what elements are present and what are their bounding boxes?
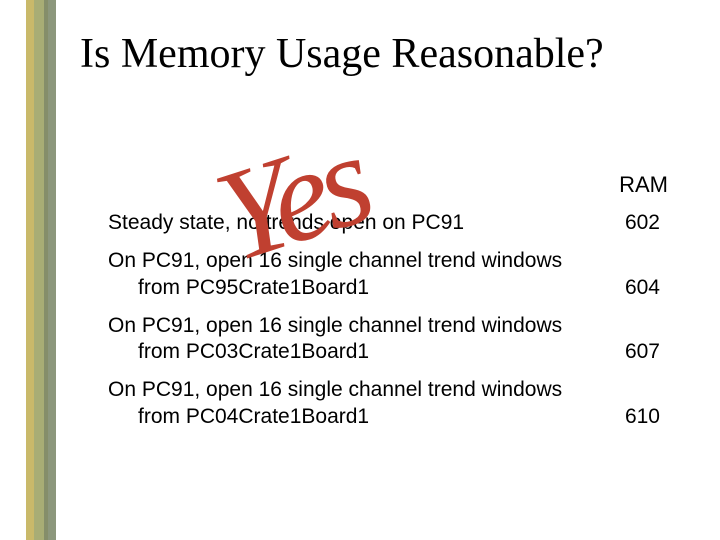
row-description-line1: On PC91, open 16 single channel trend wi… (108, 249, 562, 272)
column-header-ram: RAM (619, 172, 668, 198)
table-row: On PC91, open 16 single channel trend wi… (108, 248, 660, 301)
row-description: On PC91, open 16 single channel trend wi… (108, 313, 584, 366)
row-description-line1: On PC91, open 16 single channel trend wi… (108, 378, 562, 401)
row-value: 610 (584, 404, 660, 430)
decorative-stripe (26, 0, 66, 540)
row-value: 607 (584, 339, 660, 365)
row-value: 604 (584, 275, 660, 301)
row-description-line1: Steady state, no trends open on PC91 (108, 211, 464, 234)
row-description: On PC91, open 16 single channel trend wi… (108, 248, 584, 301)
row-description: On PC91, open 16 single channel trend wi… (108, 377, 584, 430)
table-row: On PC91, open 16 single channel trend wi… (108, 377, 660, 430)
stripe-layer (44, 0, 56, 540)
row-description-line2: from PC95Crate1Board1 (108, 275, 584, 301)
row-description-line1: On PC91, open 16 single channel trend wi… (108, 314, 562, 337)
table-row: On PC91, open 16 single channel trend wi… (108, 313, 660, 366)
row-description-line2: from PC04Crate1Board1 (108, 404, 584, 430)
row-description-line2: from PC03Crate1Board1 (108, 339, 584, 365)
memory-usage-rows: Steady state, no trends open on PC91 602… (108, 210, 660, 442)
row-description: Steady state, no trends open on PC91 (108, 210, 584, 236)
table-row: Steady state, no trends open on PC91 602 (108, 210, 660, 236)
slide-title: Is Memory Usage Reasonable? (80, 30, 700, 78)
row-value: 602 (584, 210, 660, 236)
slide: Is Memory Usage Reasonable? RAM Steady s… (0, 0, 720, 540)
